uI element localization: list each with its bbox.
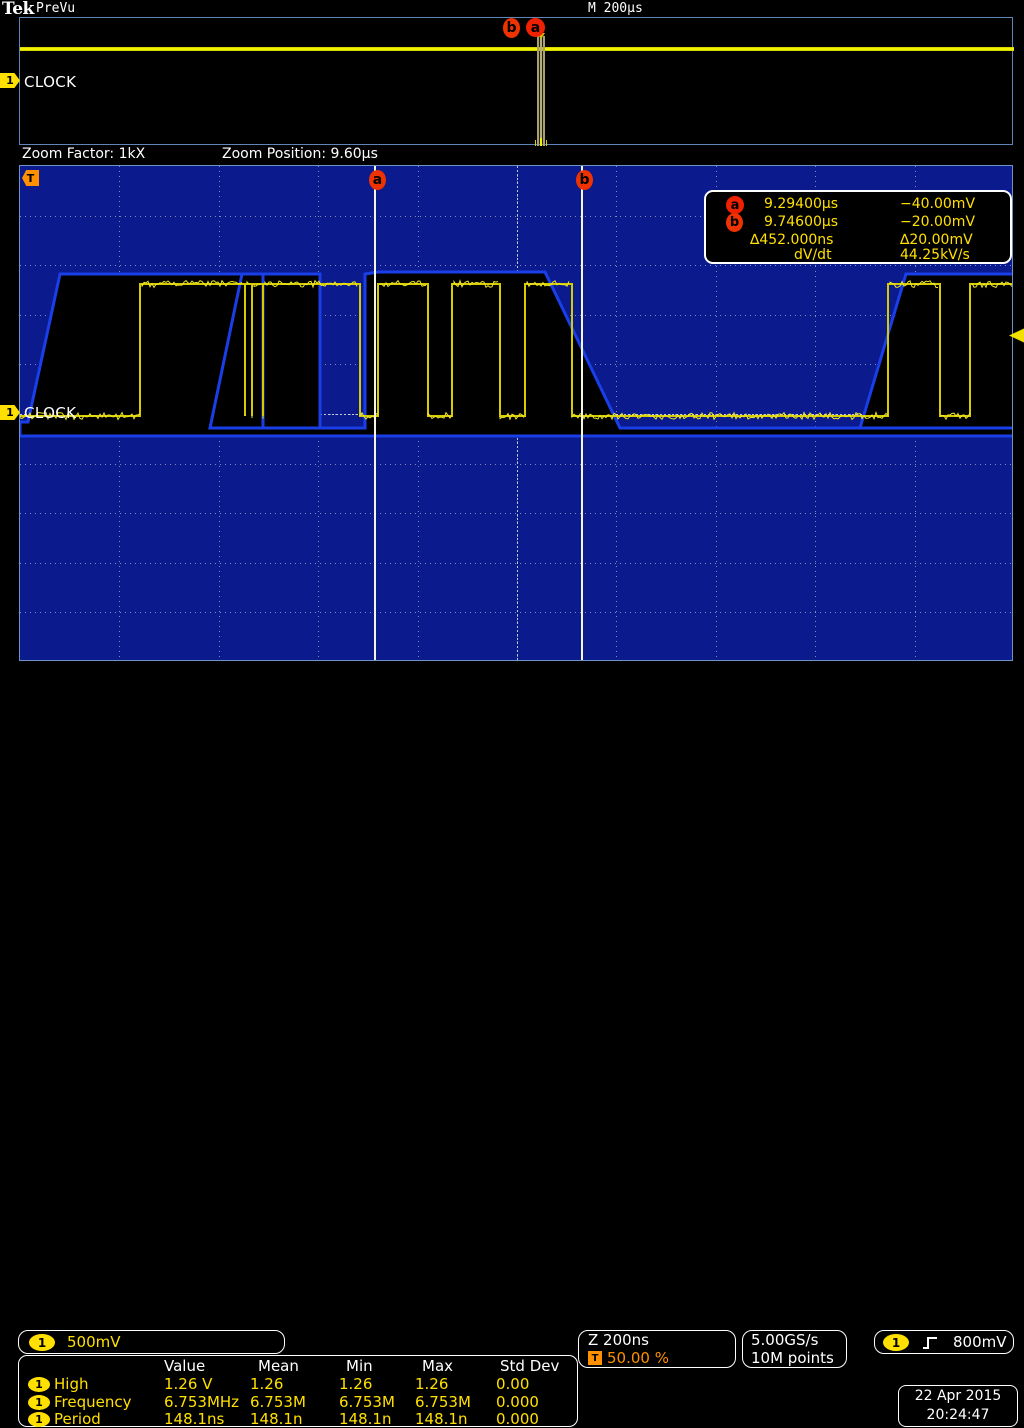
cursor-b-voltage: −20.00mV	[900, 214, 975, 230]
datetime-badge[interactable]: 22 Apr 2015 20:24:47	[898, 1385, 1018, 1427]
measurement-row-badge: 1	[28, 1377, 50, 1392]
cursor-b-time: 9.74600µs	[764, 214, 838, 230]
trigger-badge-icon: T	[588, 1351, 602, 1365]
measurement-mean: 148.1n	[250, 1410, 302, 1428]
cursor-a-time: 9.29400µs	[764, 196, 838, 212]
cursor-b-badge[interactable]: b	[576, 170, 593, 190]
channel1-scale-badge[interactable]: 1 500mV	[18, 1330, 285, 1354]
oscilloscope-screen: Tek PreVu M 200µs b a 1 CLOCK Zoom Facto…	[0, 0, 1024, 768]
date-label: 22 Apr 2015	[899, 1387, 1017, 1406]
main-waveform-trace	[20, 47, 1014, 51]
measurement-min: 6.753M	[339, 1393, 395, 1411]
zoom-position-label[interactable]: Zoom Position: 9.60µs	[222, 146, 378, 162]
measurement-row-badge: 1	[28, 1395, 50, 1410]
measurement-header-max: Max	[422, 1357, 453, 1375]
zoom-factor-label[interactable]: Zoom Factor: 1kX	[22, 146, 145, 162]
dvdt-value: 44.25kV/s	[900, 247, 970, 263]
cursor-delta-time: ∆452.000ns	[750, 232, 833, 248]
zoom-timebase-badge[interactable]: Z 200ns T 50.00 %	[578, 1330, 736, 1368]
main-channel1-marker[interactable]: 1	[0, 73, 20, 88]
trigger-source-badge: 1	[883, 1334, 909, 1351]
main-timebase-label: M 200µs	[588, 1, 643, 16]
trigger-position-value: 50.00 %	[607, 1349, 669, 1367]
time-label: 20:24:47	[899, 1406, 1017, 1425]
zoom-channel1-marker[interactable]: 1	[0, 405, 20, 420]
zoom-region-stem	[540, 36, 542, 146]
measurement-mean: 6.753M	[250, 1393, 306, 1411]
acquisition-state-label: PreVu	[36, 1, 75, 16]
main-cursor-b-badge[interactable]: b	[503, 18, 520, 38]
measurement-max: 6.753M	[415, 1393, 471, 1411]
measurement-mean: 1.26	[250, 1375, 283, 1393]
cursor-readout-box: a 9.29400µs −40.00mV b 9.74600µs −20.00m…	[704, 190, 1012, 264]
measurement-name: Frequency	[54, 1393, 132, 1411]
top-status-bar: Tek PreVu M 200µs	[0, 0, 1024, 18]
measurement-stddev: 0.00	[496, 1375, 529, 1393]
measurement-value: 148.1ns	[164, 1410, 224, 1428]
measurement-value: 6.753MHz	[164, 1393, 239, 1411]
measurement-min: 1.26	[339, 1375, 372, 1393]
measurement-row-badge: 1	[28, 1412, 50, 1427]
readout-cursor-b-badge: b	[726, 213, 743, 232]
measurement-value: 1.26 V	[164, 1375, 212, 1393]
measurement-header-mean: Mean	[258, 1357, 299, 1375]
measurement-header-value: Value	[164, 1357, 205, 1375]
measurement-min: 148.1n	[339, 1410, 391, 1428]
channel1-badge: 1	[29, 1334, 55, 1351]
trigger-level-badge[interactable]: 1 800mV	[874, 1330, 1014, 1354]
main-channel1-label: CLOCK	[24, 73, 76, 91]
channel1-scale-value: 500mV	[67, 1333, 121, 1351]
readout-cursor-a-badge: a	[726, 196, 744, 214]
measurement-stddev: 0.000	[496, 1410, 539, 1428]
cursor-a-badge[interactable]: a	[369, 170, 386, 190]
cursor-b-line[interactable]	[581, 166, 583, 661]
measurement-header-stddev: Std Dev	[500, 1357, 559, 1375]
measurement-max: 148.1n	[415, 1410, 467, 1428]
cursor-a-line[interactable]	[374, 166, 376, 661]
trigger-level-value: 800mV	[953, 1333, 1007, 1351]
measurement-name: Period	[54, 1410, 101, 1428]
dvdt-label: dV/dt	[794, 247, 832, 263]
measurement-max: 1.26	[415, 1375, 448, 1393]
zoom-timebase-value: Z 200ns	[588, 1331, 649, 1349]
sample-rate-value: 5.00GS/s	[751, 1331, 818, 1349]
zoom-channel1-label: CLOCK	[24, 404, 76, 422]
main-cursor-a-badge[interactable]: a	[526, 18, 545, 37]
bottom-status-area: 1 500mV Z 200ns T 50.00 % 5.00GS/s 10M p…	[0, 661, 1024, 768]
measurement-stddev: 0.000	[496, 1393, 539, 1411]
cursor-delta-voltage: ∆20.00mV	[900, 232, 973, 248]
record-length-value: 10M points	[751, 1349, 834, 1367]
acquisition-badge[interactable]: 5.00GS/s 10M points	[742, 1330, 847, 1368]
rising-edge-icon	[922, 1336, 938, 1350]
measurement-table[interactable]: Value Mean Min Max Std Dev 1 High 1.26 V…	[18, 1355, 578, 1427]
cursor-a-voltage: −40.00mV	[900, 196, 975, 212]
measurement-name: High	[54, 1375, 88, 1393]
zoom-info-strip: Zoom Factor: 1kX Zoom Position: 9.60µs	[19, 146, 1013, 163]
measurement-header-min: Min	[346, 1357, 373, 1375]
